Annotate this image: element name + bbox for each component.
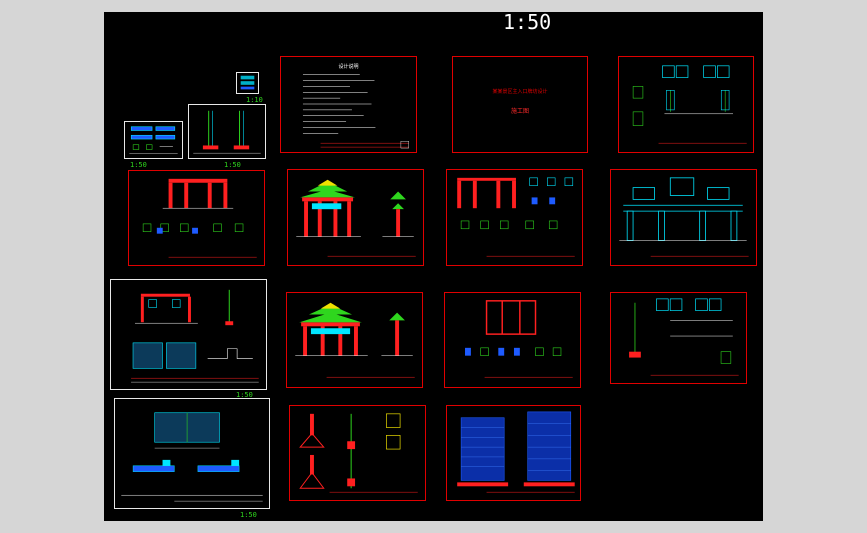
- sheet-structure-elevation-2-drawing: [465, 300, 573, 378]
- sheet-structure-elevation-1[interactable]: [446, 169, 583, 266]
- sheet-detail-small-1-drawing: [129, 126, 178, 154]
- sheet-archway-front-elevation[interactable]: [287, 169, 424, 266]
- sheet-paving-plan-drawing: [121, 412, 263, 502]
- sheet-cover[interactable]: 某某景区主入口牌坊设计 施工图: [452, 56, 588, 153]
- sheet-archway-elevation-detail-drawing: [142, 178, 257, 258]
- sheet-archway-side-elevation[interactable]: [286, 292, 423, 388]
- sheet-foundation-layout[interactable]: [110, 279, 267, 390]
- sheet-structure-elevation-1-drawing: [457, 177, 575, 257]
- sheet-archway-elevation-detail[interactable]: [128, 170, 265, 266]
- sheet-paving-plan[interactable]: [114, 398, 270, 509]
- sheet-column-sections[interactable]: [188, 104, 266, 159]
- sheet-archway-side-elevation-drawing: [295, 302, 415, 378]
- cover-title: 某某景区主入口牌坊设计: [492, 89, 548, 96]
- sheet-detail-small-1[interactable]: [124, 121, 183, 159]
- sheet-reinforcement-details-drawing: [457, 411, 575, 493]
- sheet-frame-elevation-drawing: [619, 177, 749, 257]
- sheet-design-notes[interactable]: 设计说明: [280, 56, 417, 153]
- sheet-reinforcement-details[interactable]: [446, 405, 581, 501]
- sheet-plan-details-1-drawing: [632, 65, 747, 144]
- sheet-foundation-layout-drawing: [131, 289, 259, 383]
- scale-label-left-1: 1:50: [130, 161, 147, 169]
- sheet-plan-details-2-drawing: [629, 298, 739, 376]
- cover-subtitle: 施工图: [510, 108, 529, 116]
- sheet-frame-elevation[interactable]: [610, 169, 757, 266]
- sheet-detail-small-2[interactable]: [236, 72, 259, 94]
- sheet-column-sections-drawing: [193, 110, 261, 154]
- sheet-plan-details-1[interactable]: [618, 56, 754, 153]
- main-scale-label: 1:50: [503, 10, 552, 34]
- scale-label-small-a: 1:10: [246, 96, 263, 104]
- sheet-plan-details-2[interactable]: [610, 292, 747, 384]
- scale-label-bottom: 1:50: [240, 511, 257, 519]
- sheet-column-base-details[interactable]: [289, 405, 426, 501]
- sheet-detail-small-2-drawing: [240, 75, 255, 90]
- sheet-structure-elevation-2[interactable]: [444, 292, 581, 388]
- sheet-design-notes-text-lines: [302, 74, 409, 149]
- sheet-column-base-details-drawing: [299, 413, 418, 493]
- sheet-archway-front-elevation-drawing: [296, 179, 416, 257]
- scale-label-small-b: 1:50: [224, 161, 241, 169]
